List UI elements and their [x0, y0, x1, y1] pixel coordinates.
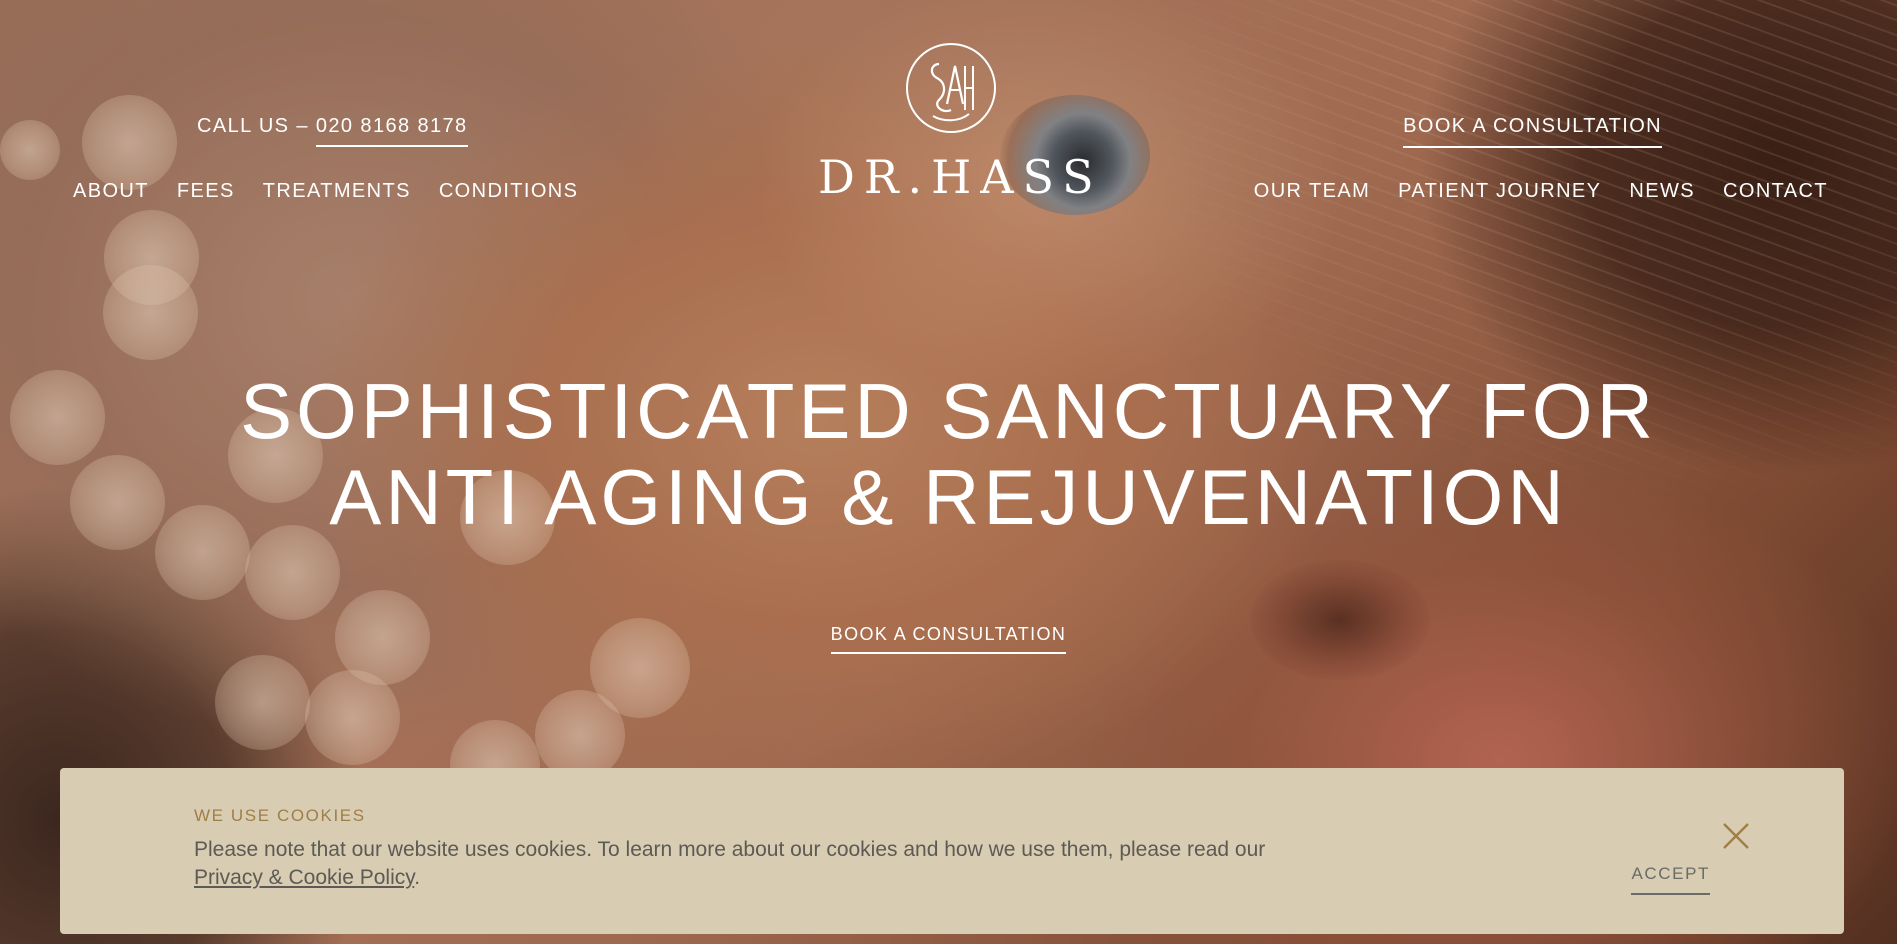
hero-headline: SOPHISTICATED SANCTUARY FOR ANTI AGING &…: [0, 368, 1897, 540]
main-nav-right: OUR TEAM PATIENT JOURNEY NEWS CONTACT: [1254, 180, 1828, 203]
logo-wordmark: DR.HASS: [818, 150, 1103, 204]
phone-number: 020 8168 8178: [315, 115, 468, 147]
privacy-cookie-policy-link[interactable]: Privacy & Cookie Policy: [194, 866, 414, 889]
call-us-link[interactable]: CALL US – 020 8168 8178: [197, 115, 468, 147]
cookie-banner-text: Please note that our website uses cookie…: [194, 836, 1314, 892]
cookie-text-body: Please note that our website uses cookie…: [194, 838, 1266, 861]
page: CALL US – 020 8168 8178 BOOK A CONSULTAT…: [0, 0, 1897, 944]
book-consultation-hero-button[interactable]: BOOK A CONSULTATION: [830, 624, 1067, 654]
nav-item-our-team[interactable]: OUR TEAM: [1254, 180, 1370, 203]
cookie-text-end: .: [414, 866, 421, 889]
nav-item-contact[interactable]: CONTACT: [1723, 180, 1828, 203]
nav-item-conditions[interactable]: CONDITIONS: [439, 180, 579, 203]
cookie-banner: WE USE COOKIES Please note that our webs…: [60, 768, 1844, 934]
nav-item-news[interactable]: NEWS: [1629, 180, 1695, 203]
logo-monogram-icon: [906, 43, 996, 133]
site-logo[interactable]: DR.HASS: [818, 40, 1103, 204]
call-us-label: CALL US –: [197, 115, 309, 137]
hero-cta-wrapper: BOOK A CONSULTATION: [0, 624, 1897, 654]
close-icon[interactable]: [1722, 822, 1750, 850]
cookie-banner-title: WE USE COOKIES: [194, 806, 366, 825]
nav-item-patient-journey[interactable]: PATIENT JOURNEY: [1398, 180, 1601, 203]
hero-headline-line-2: ANTI AGING & REJUVENATION: [329, 453, 1568, 541]
nav-item-fees[interactable]: FEES: [177, 180, 235, 203]
nav-item-about[interactable]: ABOUT: [73, 180, 149, 203]
nav-item-treatments[interactable]: TREATMENTS: [263, 180, 411, 203]
accept-cookies-button[interactable]: ACCEPT: [1631, 864, 1710, 895]
main-nav-left: ABOUT FEES TREATMENTS CONDITIONS: [73, 180, 578, 203]
hero-headline-line-1: SOPHISTICATED SANCTUARY FOR: [240, 367, 1657, 455]
book-consultation-header-button[interactable]: BOOK A CONSULTATION: [1403, 115, 1662, 148]
